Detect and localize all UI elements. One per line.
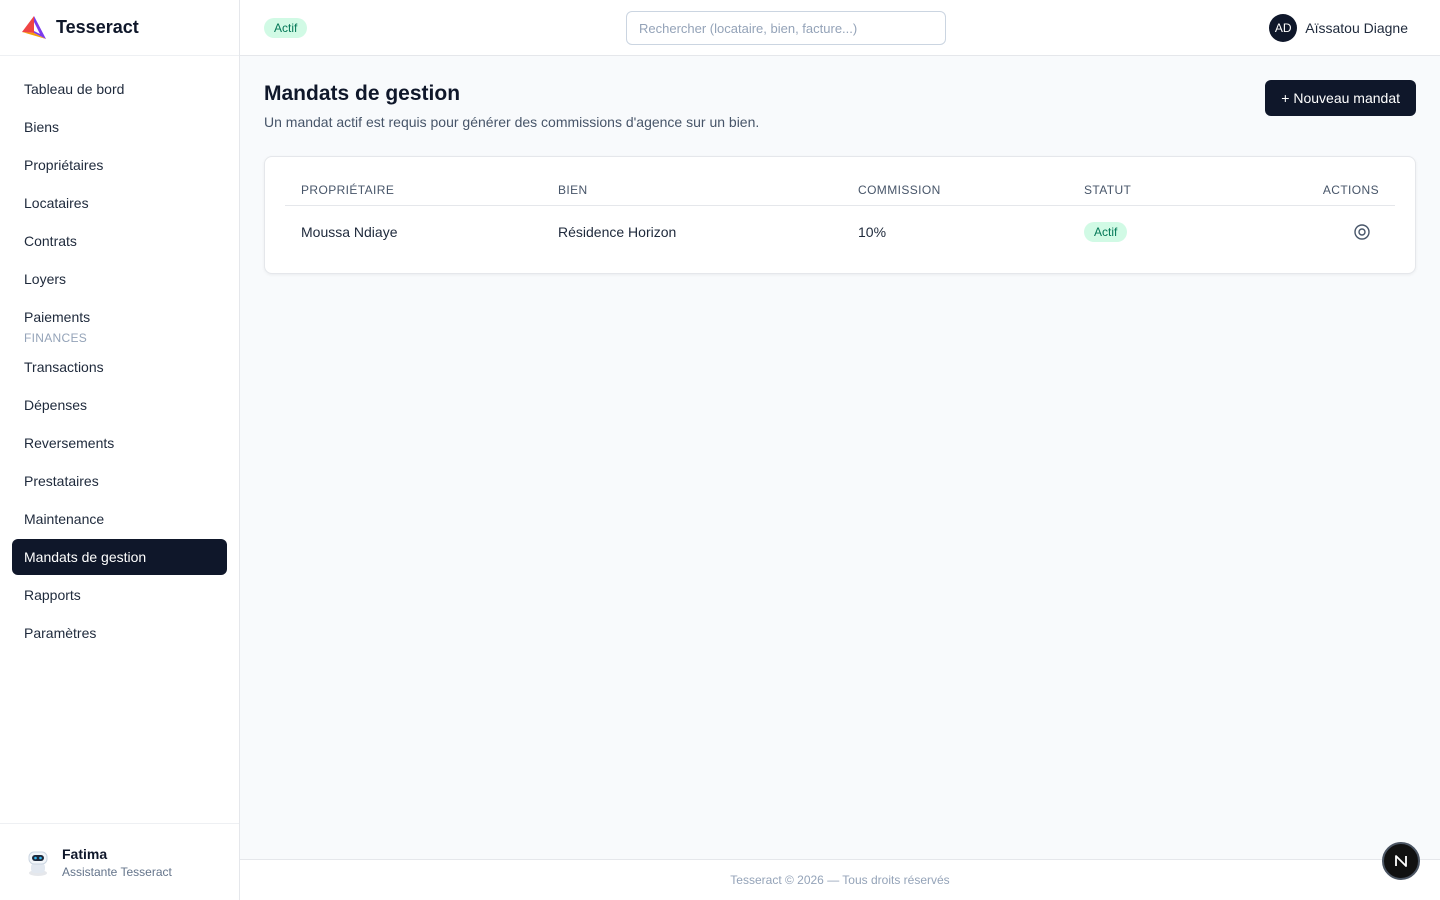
cell-property: Résidence Horizon (558, 224, 677, 241)
page-subtitle: Un mandat actif est requis pour générer … (264, 114, 760, 130)
sidebar-item-biens[interactable]: Biens (12, 109, 227, 145)
cell-status: Actif (1068, 205, 1205, 259)
sidebar-item-label: Transactions (24, 359, 104, 375)
user-menu[interactable]: AD Aïssatou Diagne (1269, 14, 1408, 42)
tesseract-logo-icon (22, 15, 46, 39)
topbar: Actif AD Aïssatou Diagne (240, 0, 1440, 56)
sidebar-section-finances: FINANCES (24, 331, 88, 345)
sidebar-item-label: Tableau de bord (24, 81, 125, 97)
footer: Tesseract © 2026 — Tous droits réservés (240, 859, 1440, 900)
sidebar-item-reversements[interactable]: Reversements (12, 425, 227, 461)
sidebar-item-label: Maintenance (24, 511, 105, 527)
sidebar-item-label: Dépenses (24, 397, 88, 413)
sidebar-item-depenses[interactable]: Dépenses (12, 387, 227, 423)
sidebar-item-proprietaires[interactable]: Propriétaires (12, 147, 227, 183)
sidebar-item-label: Paiements (24, 309, 91, 325)
sidebar-item-prestataires[interactable]: Prestataires (12, 463, 227, 499)
footer-text: Tesseract © 2026 — Tous droits réservés (730, 873, 950, 887)
mandates-table: PROPRIÉTAIRE BIEN COMMISSION STATUT ACTI… (285, 175, 1395, 259)
sidebar-item-label: Prestataires (24, 473, 99, 489)
cell-owner: Moussa Ndiaye (301, 224, 398, 241)
sidebar-item-label: Locataires (24, 195, 89, 211)
sidebar-item-maintenance[interactable]: Maintenance (12, 501, 227, 537)
table-row[interactable]: Moussa Ndiaye Résidence Horizon 10% Acti… (285, 205, 1395, 259)
sidebar-item-label: Biens (24, 119, 60, 135)
sidebar-item-label: Propriétaires (24, 157, 104, 173)
sidebar-item-label: Loyers (24, 271, 67, 287)
user-name: Aïssatou Diagne (1305, 20, 1408, 36)
main-content: Mandats de gestion Un mandat actif est r… (240, 56, 1440, 859)
sidebar-nav: Tableau de bord Biens Propriétaires Loca… (12, 71, 227, 653)
sidebar-item-label: Paramètres (24, 625, 97, 641)
assistant-name: Fatima (62, 845, 108, 862)
avatar: AD (1269, 14, 1298, 42)
n-logo-icon (1395, 855, 1407, 867)
sidebar-item-transactions[interactable]: Transactions (12, 349, 227, 385)
sidebar-item-label: Contrats (24, 233, 77, 249)
table-header-row: PROPRIÉTAIRE BIEN COMMISSION STATUT ACTI… (285, 175, 1395, 206)
sidebar-item-parametres[interactable]: Paramètres (12, 615, 227, 651)
sidebar-item-tableau-de-bord[interactable]: Tableau de bord (12, 71, 227, 107)
assistant-card[interactable]: Fatima Assistante Tesseract (0, 823, 239, 900)
cell-actions (1205, 205, 1395, 259)
sidebar-item-rapports[interactable]: Rapports (12, 577, 227, 613)
column-header-commission: COMMISSION (842, 175, 1068, 206)
sidebar-item-contrats[interactable]: Contrats (12, 223, 227, 259)
sidebar: Tesseract Tableau de bord Biens Propriét… (0, 0, 240, 900)
column-header-property: BIEN (542, 175, 842, 206)
brand-name: Tesseract (56, 17, 139, 37)
column-header-actions: ACTIONS (1204, 175, 1395, 206)
search-input[interactable] (626, 11, 946, 45)
sidebar-item-label: Mandats de gestion (24, 549, 147, 565)
column-header-owner: PROPRIÉTAIRE (285, 175, 542, 206)
column-header-status: STATUT (1068, 175, 1205, 206)
sidebar-item-locataires[interactable]: Locataires (12, 185, 227, 221)
cell-commission: 10% (858, 224, 887, 241)
target-icon[interactable] (1353, 223, 1371, 241)
floating-action-button[interactable] (1382, 842, 1420, 880)
page-title: Mandats de gestion (264, 82, 461, 105)
brand[interactable]: Tesseract (0, 0, 239, 56)
mandates-table-card: PROPRIÉTAIRE BIEN COMMISSION STATUT ACTI… (264, 156, 1416, 274)
robot-avatar-icon (28, 851, 48, 876)
sidebar-item-loyers[interactable]: Loyers (12, 261, 227, 297)
assistant-role: Assistante Tesseract (62, 864, 172, 879)
status-badge: Actif (1084, 222, 1128, 243)
sidebar-item-label: Reversements (24, 435, 115, 451)
status-badge: Actif (264, 18, 308, 38)
sidebar-item-mandats-de-gestion[interactable]: Mandats de gestion (12, 539, 227, 575)
sidebar-item-label: Rapports (24, 587, 81, 603)
new-mandate-button[interactable]: + Nouveau mandat (1265, 80, 1416, 116)
